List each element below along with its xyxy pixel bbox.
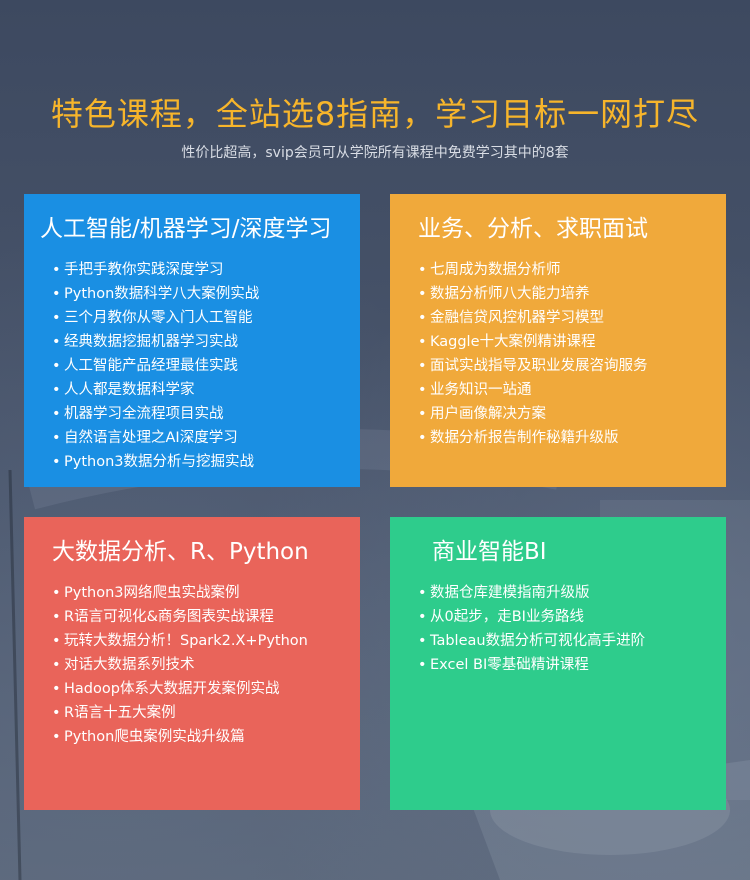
course-label: 从0起步，走BI业务路线 xyxy=(430,609,584,625)
list-item[interactable]: • R语言可视化&商务图表实战课程 xyxy=(52,605,360,629)
course-label: 三个月教你从零入门人工智能 xyxy=(64,310,253,326)
course-label: 机器学习全流程项目实战 xyxy=(64,406,224,422)
bullet-icon: • xyxy=(52,358,61,374)
course-label: 用户画像解决方案 xyxy=(430,406,546,422)
bullet-icon: • xyxy=(52,585,61,601)
list-item[interactable]: • 业务知识一站通 xyxy=(418,378,726,402)
course-label: Python3网络爬虫实战案例 xyxy=(64,585,240,601)
course-label: 数据分析师八大能力培养 xyxy=(430,286,590,302)
list-item[interactable]: • 经典数据挖掘机器学习实战 xyxy=(52,330,360,354)
course-label: Python爬虫案例实战升级篇 xyxy=(64,729,245,745)
bullet-icon: • xyxy=(52,609,61,625)
bullet-icon: • xyxy=(52,705,61,721)
course-label: 手把手教你实践深度学习 xyxy=(64,262,224,278)
course-label: 自然语言处理之AI深度学习 xyxy=(64,430,238,446)
list-item[interactable]: • Python3网络爬虫实战案例 xyxy=(52,581,360,605)
card-title: 商业智能BI xyxy=(432,539,547,565)
bullet-icon: • xyxy=(52,310,61,326)
course-list: • 七周成为数据分析师 • 数据分析师八大能力培养 • 金融信贷风控机器学习模型 • K… xyxy=(390,258,726,450)
bullet-icon: • xyxy=(52,681,61,697)
course-label: 经典数据挖掘机器学习实战 xyxy=(64,334,238,350)
list-item[interactable]: • 对话大数据系列技术 xyxy=(52,653,360,677)
bullet-icon: • xyxy=(418,262,427,278)
card-title: 人工智能/机器学习/深度学习 xyxy=(40,216,332,242)
bullet-icon: • xyxy=(52,633,61,649)
list-item[interactable]: • Excel BI零基础精讲课程 xyxy=(418,653,726,677)
list-item[interactable]: • R语言十五大案例 xyxy=(52,701,360,725)
list-item[interactable]: • Python3数据分析与挖掘实战 xyxy=(52,450,360,474)
course-label: 对话大数据系列技术 xyxy=(64,657,195,673)
course-label: 金融信贷风控机器学习模型 xyxy=(430,310,604,326)
card-ai-ml-dl[interactable]: 人工智能/机器学习/深度学习 • 手把手教你实践深度学习 • Python数据科学八… xyxy=(24,194,360,487)
bullet-icon: • xyxy=(418,334,427,350)
list-item[interactable]: • 手把手教你实践深度学习 xyxy=(52,258,360,282)
course-list: • 数据仓库建模指南升级版 • 从0起步，走BI业务路线 • Tableau数据分析可… xyxy=(390,581,726,677)
list-item[interactable]: • 数据分析报告制作秘籍升级版 xyxy=(418,426,726,450)
bullet-icon: • xyxy=(418,609,427,625)
course-label: 业务知识一站通 xyxy=(430,382,532,398)
bullet-icon: • xyxy=(52,334,61,350)
list-item[interactable]: • 人人都是数据科学家 xyxy=(52,378,360,402)
list-item[interactable]: • Tableau数据分析可视化高手进阶 xyxy=(418,629,726,653)
card-bigdata-r-python[interactable]: 大数据分析、R、Python • Python3网络爬虫实战案例 • R语言可视化&… xyxy=(24,517,360,810)
bullet-icon: • xyxy=(52,382,61,398)
page-subtitle: 性价比超高，svip会员可从学院所有课程中免费学习其中的8套 xyxy=(181,145,569,161)
bullet-icon: • xyxy=(418,286,427,302)
bullet-icon: • xyxy=(418,310,427,326)
course-label: R语言可视化&商务图表实战课程 xyxy=(64,609,274,625)
bullet-icon: • xyxy=(418,657,427,673)
card-title: 业务、分析、求职面试 xyxy=(418,216,648,242)
course-label: R语言十五大案例 xyxy=(64,705,176,721)
bullet-icon: • xyxy=(52,406,61,422)
list-item[interactable]: • 自然语言处理之AI深度学习 xyxy=(52,426,360,450)
course-label: 面试实战指导及职业发展咨询服务 xyxy=(430,358,648,374)
course-label: 人工智能产品经理最佳实践 xyxy=(64,358,238,374)
bullet-icon: • xyxy=(52,657,61,673)
course-label: Python数据科学八大案例实战 xyxy=(64,286,260,302)
bullet-icon: • xyxy=(418,633,427,649)
bullet-icon: • xyxy=(418,585,427,601)
course-label: 数据分析报告制作秘籍升级版 xyxy=(430,430,619,446)
page-title: 特色课程，全站选8指南，学习目标一网打尽 xyxy=(50,95,700,133)
list-item[interactable]: • Python爬虫案例实战升级篇 xyxy=(52,725,360,749)
list-item[interactable]: • 数据分析师八大能力培养 xyxy=(418,282,726,306)
bullet-icon: • xyxy=(52,262,61,278)
bullet-icon: • xyxy=(52,430,61,446)
list-item[interactable]: • 数据仓库建模指南升级版 xyxy=(418,581,726,605)
course-list: • 手把手教你实践深度学习 • Python数据科学八大案例实战 • 三个月教你从零入… xyxy=(24,258,360,474)
list-item[interactable]: • 用户画像解决方案 xyxy=(418,402,726,426)
course-label: Hadoop体系大数据开发案例实战 xyxy=(64,681,280,697)
list-item[interactable]: • 玩转大数据分析！Spark2.X+Python xyxy=(52,629,360,653)
course-list: • Python3网络爬虫实战案例 • R语言可视化&商务图表实战课程 • 玩转大数据… xyxy=(24,581,360,749)
course-label: Tableau数据分析可视化高手进阶 xyxy=(430,633,646,649)
course-label: 数据仓库建模指南升级版 xyxy=(430,585,590,601)
course-label: 七周成为数据分析师 xyxy=(430,262,561,278)
bullet-icon: • xyxy=(52,729,61,745)
list-item[interactable]: • 机器学习全流程项目实战 xyxy=(52,402,360,426)
bullet-icon: • xyxy=(418,358,427,374)
bullet-icon: • xyxy=(52,286,61,302)
card-business-analysis-interview[interactable]: 业务、分析、求职面试 • 七周成为数据分析师 • 数据分析师八大能力培养 • 金融信贷… xyxy=(390,194,726,487)
list-item[interactable]: • Hadoop体系大数据开发案例实战 xyxy=(52,677,360,701)
list-item[interactable]: • 面试实战指导及职业发展咨询服务 xyxy=(418,354,726,378)
course-label: 人人都是数据科学家 xyxy=(64,382,195,398)
course-label: 玩转大数据分析！Spark2.X+Python xyxy=(64,633,308,649)
list-item[interactable]: • 七周成为数据分析师 xyxy=(418,258,726,282)
bullet-icon: • xyxy=(52,454,61,470)
course-label: Python3数据分析与挖掘实战 xyxy=(64,454,254,470)
list-item[interactable]: • 从0起步，走BI业务路线 xyxy=(418,605,726,629)
list-item[interactable]: • 金融信贷风控机器学习模型 xyxy=(418,306,726,330)
list-item[interactable]: • 三个月教你从零入门人工智能 xyxy=(52,306,360,330)
course-label: Kaggle十大案例精讲课程 xyxy=(430,334,596,350)
list-item[interactable]: • 人工智能产品经理最佳实践 xyxy=(52,354,360,378)
card-title: 大数据分析、R、Python xyxy=(52,539,309,565)
card-business-intelligence[interactable]: 商业智能BI • 数据仓库建模指南升级版 • 从0起步，走BI业务路线 • Table… xyxy=(390,517,726,810)
bullet-icon: • xyxy=(418,430,427,446)
course-label: Excel BI零基础精讲课程 xyxy=(430,657,589,673)
list-item[interactable]: • Python数据科学八大案例实战 xyxy=(52,282,360,306)
bullet-icon: • xyxy=(418,382,427,398)
bullet-icon: • xyxy=(418,406,427,422)
list-item[interactable]: • Kaggle十大案例精讲课程 xyxy=(418,330,726,354)
